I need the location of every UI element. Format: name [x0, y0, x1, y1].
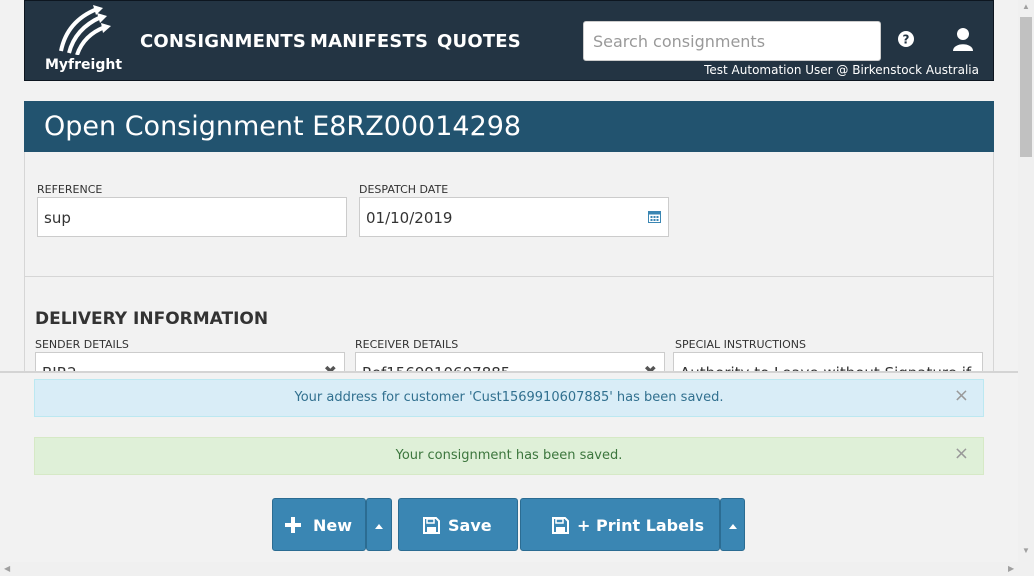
- logo-arrows-icon: [59, 5, 111, 55]
- print-labels-button[interactable]: + Print Labels: [520, 498, 720, 551]
- scroll-left-arrow-icon[interactable]: ◀: [4, 564, 10, 573]
- reference-value: sup: [44, 209, 71, 227]
- reference-label: REFERENCE: [37, 183, 103, 196]
- panel-header: Open Consignment E8RZ00014298: [24, 101, 994, 152]
- calendar-icon[interactable]: [648, 210, 661, 223]
- instructions-label: SPECIAL INSTRUCTIONS: [675, 338, 807, 351]
- new-button-label: New: [313, 516, 353, 535]
- consignment-saved-text: Your consignment has been saved.: [395, 448, 623, 463]
- delivery-info-heading: DELIVERY INFORMATION: [35, 309, 269, 329]
- new-button[interactable]: New: [272, 498, 366, 551]
- despatch-date-field[interactable]: 01/10/2019: [359, 197, 669, 237]
- save-button[interactable]: Save: [398, 498, 518, 551]
- despatch-date-label: DESPATCH DATE: [359, 183, 449, 196]
- address-saved-alert: Your address for customer 'Cust156991060…: [34, 379, 984, 417]
- scroll-down-arrow-icon[interactable]: ▼: [1022, 546, 1030, 555]
- address-saved-text: Your address for customer 'Cust156991060…: [294, 390, 724, 405]
- horizontal-scrollbar[interactable]: ◀ ▶: [0, 562, 1034, 576]
- svg-text:?: ?: [903, 33, 910, 47]
- current-user-label: Test Automation User @ Birkenstock Austr…: [704, 63, 979, 77]
- search-input[interactable]: [583, 21, 881, 61]
- scroll-right-arrow-icon[interactable]: ▶: [1008, 564, 1014, 573]
- section-divider: [25, 276, 993, 277]
- save-button-label: Save: [448, 516, 492, 535]
- vertical-scrollbar[interactable]: ▲ ▼: [1018, 0, 1034, 562]
- caret-up-icon: [728, 524, 737, 529]
- user-icon[interactable]: [952, 27, 974, 51]
- floppy-disk-icon: [423, 517, 440, 534]
- myfreight-logo[interactable]: Myfreight: [45, 5, 123, 75]
- close-icon[interactable]: ×: [954, 436, 969, 472]
- top-navbar: Myfreight CONSIGNMENTS MANIFESTS QUOTES …: [24, 0, 994, 81]
- nav-consignments[interactable]: CONSIGNMENTS: [140, 31, 306, 52]
- consignment-saved-alert: Your consignment has been saved. ×: [34, 437, 984, 475]
- sender-label: SENDER DETAILS: [35, 338, 129, 351]
- consignment-panel: Open Consignment E8RZ00014298 REFERENCE …: [24, 101, 994, 392]
- nav-quotes[interactable]: QUOTES: [437, 31, 521, 52]
- new-dropdown-toggle[interactable]: [366, 498, 392, 551]
- page-title: Open Consignment E8RZ00014298: [44, 111, 522, 142]
- caret-up-icon: [375, 524, 383, 529]
- print-labels-label: + Print Labels: [577, 516, 704, 535]
- nav-manifests[interactable]: MANIFESTS: [310, 31, 428, 52]
- scroll-up-arrow-icon[interactable]: ▲: [1022, 2, 1030, 11]
- plus-icon: [285, 517, 301, 533]
- close-icon[interactable]: ×: [954, 378, 969, 414]
- print-dropdown-toggle[interactable]: [720, 498, 745, 551]
- receiver-label: RECEIVER DETAILS: [355, 338, 459, 351]
- brand-name: Myfreight: [45, 57, 123, 73]
- reference-field[interactable]: sup: [37, 197, 347, 237]
- despatch-date-value: 01/10/2019: [366, 209, 453, 227]
- scrollbar-thumb[interactable]: [1020, 17, 1032, 157]
- question-circle-icon[interactable]: ?: [898, 31, 914, 47]
- floppy-disk-icon: [552, 517, 569, 534]
